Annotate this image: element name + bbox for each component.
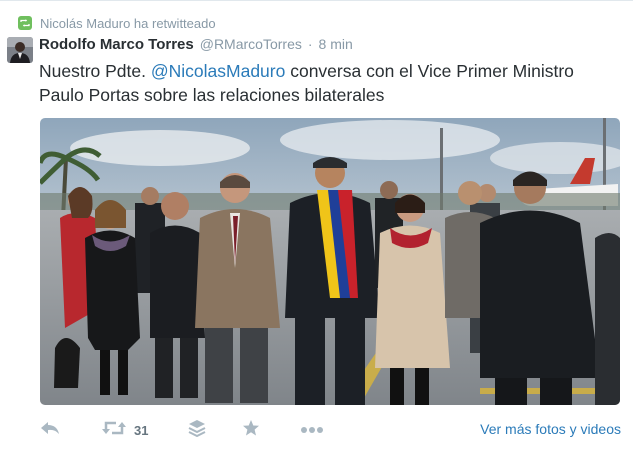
header-separator: · xyxy=(307,36,313,52)
tweet-text-start: Nuestro Pdte. xyxy=(39,61,151,81)
top-divider xyxy=(0,0,633,1)
retweet-banner-text[interactable]: Nicolás Maduro ha retwitteado xyxy=(40,16,216,31)
more-photos-link[interactable]: Ver más fotos y videos xyxy=(480,421,621,437)
reply-icon xyxy=(40,420,60,441)
star-icon xyxy=(242,419,260,442)
ellipsis-icon xyxy=(300,421,324,439)
retweet-icon xyxy=(102,420,126,441)
author-name[interactable]: Rodolfo Marco Torres xyxy=(39,36,194,53)
reply-button[interactable] xyxy=(40,419,60,441)
tweet-actions: 31 Ver más fotos y videos xyxy=(0,416,633,446)
retweet-count: 31 xyxy=(134,422,149,438)
stack-button[interactable] xyxy=(188,419,206,441)
tweet-text: Nuestro Pdte. @NicolasMaduro conversa co… xyxy=(39,59,619,107)
author-handle[interactable]: @RMarcoTorres xyxy=(200,36,302,52)
retweet-icon xyxy=(18,16,32,30)
retweet-banner: Nicolás Maduro ha retwitteado xyxy=(18,14,216,32)
tweet-header: Rodolfo Marco Torres @RMarcoTorres · 8 m… xyxy=(39,36,353,56)
favorite-button[interactable] xyxy=(242,419,260,441)
mention-link[interactable]: @NicolasMaduro xyxy=(151,61,285,81)
retweet-button[interactable]: 31 xyxy=(102,419,148,441)
stack-icon xyxy=(188,419,206,442)
more-button[interactable] xyxy=(300,419,324,441)
tweet-photo[interactable] xyxy=(40,118,620,405)
tweet-timestamp[interactable]: 8 min xyxy=(319,36,353,52)
author-avatar[interactable] xyxy=(7,37,33,63)
